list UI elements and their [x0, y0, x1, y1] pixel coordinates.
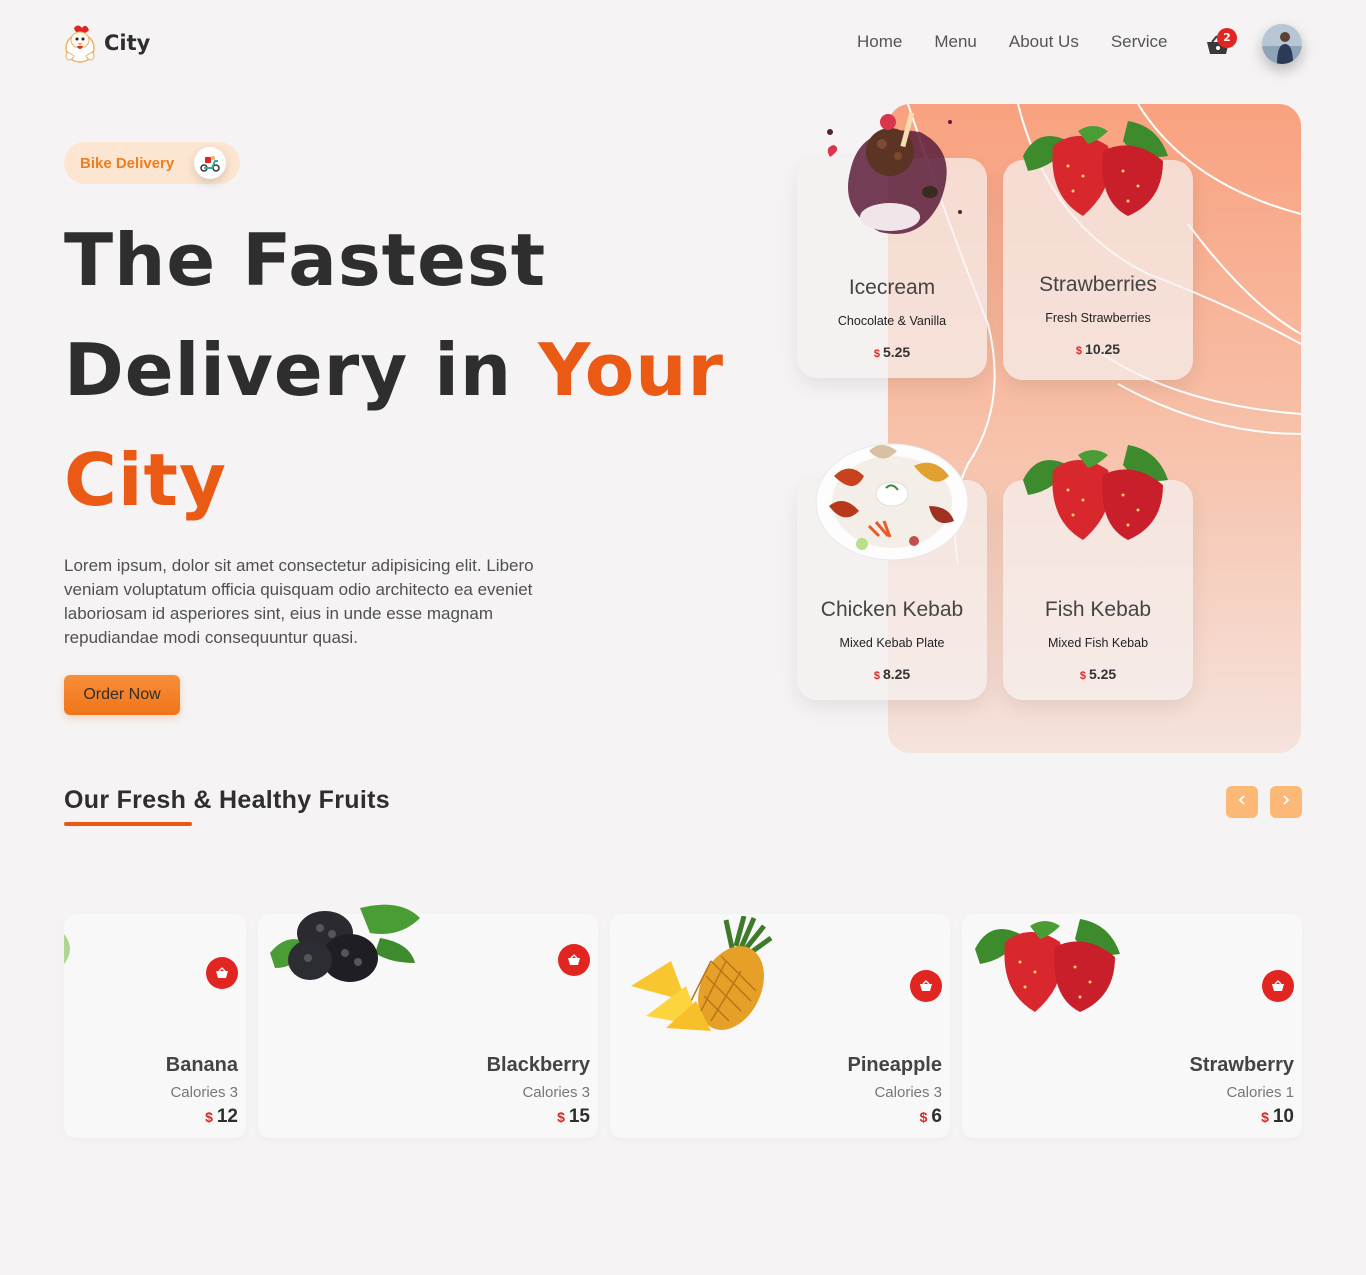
nav-item-about-us[interactable]: About Us — [1009, 32, 1079, 52]
hero-title-line2: Delivery in — [64, 328, 539, 412]
nav-item-menu[interactable]: Menu — [934, 32, 977, 52]
chevron-left-icon — [1238, 795, 1245, 805]
hero-title-accent-your: Your — [538, 328, 724, 412]
featured-price: $5.25 — [873, 344, 911, 360]
add-to-basket-button[interactable] — [558, 944, 590, 976]
fruit-price: $15 — [557, 1106, 590, 1127]
bike-delivery-label: Bike Delivery — [80, 154, 175, 172]
order-now-button[interactable]: Order Now — [64, 675, 180, 715]
fruit-calories: Calories 1 — [1226, 1084, 1294, 1101]
avatar[interactable] — [1262, 24, 1302, 64]
pineapple-icon — [631, 916, 773, 1031]
strawberry-icon — [1023, 445, 1168, 540]
icecream-icon — [827, 112, 962, 234]
fruit-card-pineapple[interactable]: Pineapple Calories 3 $6 — [610, 914, 950, 1138]
hero-title-accent-city: City — [64, 438, 227, 522]
banana-leaf-icon — [64, 934, 70, 964]
fruit-calories: Calories 3 — [522, 1084, 590, 1101]
basket-icon — [920, 980, 932, 991]
featured-price: $8.25 — [873, 666, 911, 682]
brand-name: City — [104, 31, 151, 55]
strawberry-icon — [1023, 121, 1168, 216]
fruit-price: $12 — [205, 1106, 238, 1127]
fruit-name: Pineapple — [847, 1054, 942, 1076]
bike-delivery-badge: Bike Delivery — [64, 142, 240, 184]
carousel-prev-button[interactable] — [1226, 786, 1258, 818]
hero-title-line1: The Fastest — [64, 218, 547, 302]
featured-subtitle: Mixed Kebab Plate — [839, 636, 945, 650]
scooter-icon — [194, 147, 226, 179]
fruit-price: $6 — [919, 1106, 942, 1127]
chevron-right-icon — [1283, 795, 1290, 805]
featured-subtitle: Fresh Strawberries — [1045, 311, 1151, 325]
add-to-basket-button[interactable] — [206, 957, 238, 989]
featured-price: $10.25 — [1075, 341, 1121, 357]
logo[interactable]: City — [62, 22, 150, 64]
featured-name: Strawberries — [1039, 273, 1157, 296]
nav-item-service[interactable]: Service — [1111, 32, 1168, 52]
fruit-card-banana[interactable]: Banana Calories 3 $12 — [64, 914, 246, 1138]
featured-subtitle: Chocolate & Vanilla — [837, 314, 947, 328]
fruits-section-title: Our Fresh & Healthy Fruits — [64, 786, 390, 814]
section-title-underline — [64, 822, 192, 826]
featured-name: Fish Kebab — [1044, 598, 1152, 621]
carousel-next-button[interactable] — [1270, 786, 1302, 818]
cart-count-badge: 2 — [1217, 28, 1237, 48]
fruit-calories: Calories 3 — [874, 1084, 942, 1101]
fruit-name: Blackberry — [486, 1054, 590, 1076]
fruit-name: Banana — [165, 1054, 238, 1076]
nav-item-home[interactable]: Home — [857, 32, 902, 52]
basket-icon — [1272, 980, 1284, 991]
fruit-price: $10 — [1261, 1106, 1294, 1127]
user-photo-icon — [1262, 24, 1302, 64]
featured-price: $5.25 — [1079, 666, 1117, 682]
featured-name: Chicken Kebab — [820, 598, 964, 621]
featured-name: Icecream — [848, 276, 936, 299]
chicken-logo-icon — [65, 25, 95, 63]
add-to-basket-button[interactable] — [1262, 970, 1294, 1002]
fruit-card-strawberry[interactable]: Strawberry Calories 1 $10 — [962, 914, 1302, 1138]
fruit-card-blackberry[interactable]: Blackberry Calories 3 $15 — [258, 904, 598, 1138]
fruit-calories: Calories 3 — [170, 1084, 238, 1101]
basket-icon — [216, 967, 228, 978]
strawberry-icon — [975, 919, 1120, 1012]
hero-title: The Fastest Delivery in Your City — [64, 205, 764, 535]
blackberry-icon — [270, 904, 420, 982]
header: City Home Menu About Us Service 2 — [0, 0, 1366, 88]
main-nav: Home Menu About Us Service — [857, 32, 1168, 52]
hero-description: Lorem ipsum, dolor sit amet consectetur … — [64, 556, 534, 647]
basket-icon — [568, 954, 580, 965]
add-to-basket-button[interactable] — [910, 970, 942, 1002]
featured-subtitle: Mixed Fish Kebab — [1047, 636, 1149, 650]
kebab-plate-icon — [815, 443, 969, 561]
fruit-name: Strawberry — [1189, 1054, 1295, 1076]
